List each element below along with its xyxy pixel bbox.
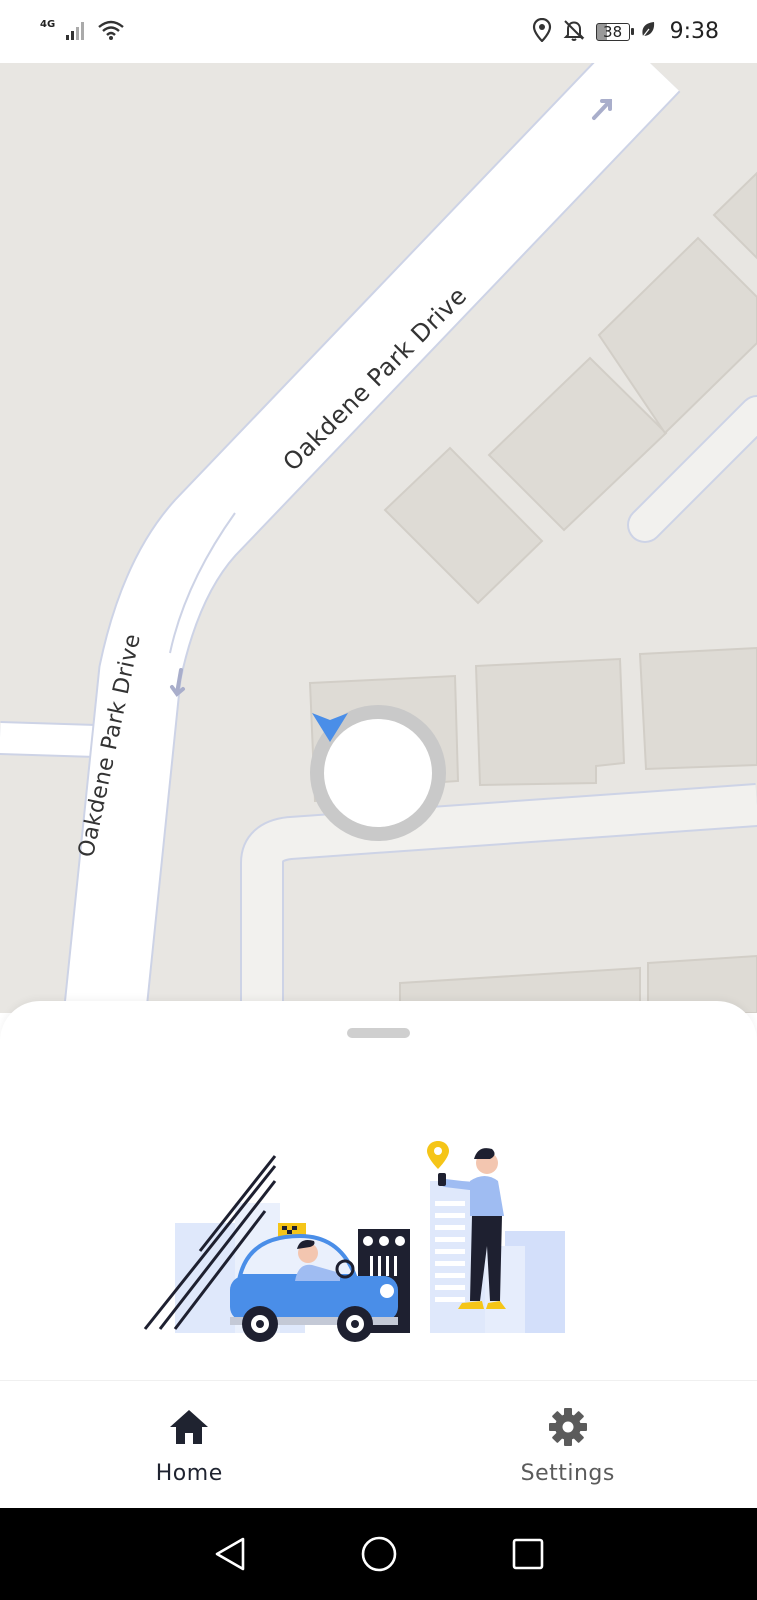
status-bar-right: 38 9:38	[532, 17, 719, 46]
back-icon[interactable]	[208, 1532, 252, 1576]
notifications-off-icon	[562, 18, 586, 46]
bottom-navigation: Home Settings	[0, 1380, 757, 1509]
recents-icon[interactable]	[506, 1532, 550, 1576]
bottom-sheet[interactable]	[0, 1001, 757, 1380]
status-bar-left: 4G	[40, 19, 125, 45]
leaf-icon	[640, 21, 656, 43]
location-icon	[532, 17, 552, 46]
network-type: 4G	[40, 19, 56, 30]
nav-item-settings[interactable]: Settings	[379, 1381, 757, 1509]
taxi-and-passenger-illustration	[140, 1141, 580, 1350]
map-view[interactable]: Oakdene Park Drive Oakdene Park Drive	[0, 63, 757, 1013]
signal-icon	[65, 20, 87, 44]
nav-label-home: Home	[155, 1461, 223, 1486]
settings-gear-icon	[546, 1405, 590, 1449]
sheet-drag-handle[interactable]	[347, 1028, 410, 1038]
clock: 9:38	[669, 19, 719, 44]
current-location-marker[interactable]	[310, 705, 446, 841]
home-icon	[167, 1405, 211, 1449]
battery-level: 38	[603, 22, 623, 41]
home-circle-icon[interactable]	[357, 1532, 401, 1576]
system-navigation-bar	[0, 1508, 757, 1600]
battery-icon: 38	[595, 22, 634, 41]
nav-label-settings: Settings	[520, 1461, 615, 1486]
wifi-icon	[97, 19, 125, 45]
nav-item-home[interactable]: Home	[0, 1381, 379, 1509]
status-bar: 4G 38 9:38	[0, 0, 757, 63]
